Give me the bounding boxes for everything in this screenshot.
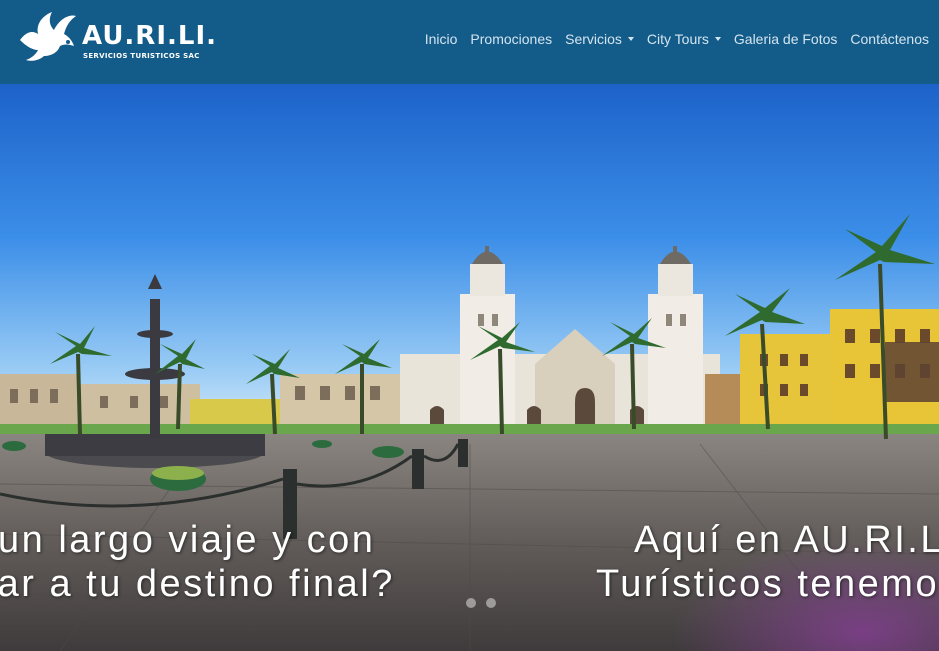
caption-line: gar a tu destino final? [0, 563, 395, 605]
nav-item-promociones[interactable]: Promociones [470, 31, 552, 47]
nav-item-label: Servicios [565, 31, 622, 47]
carousel-dot-1[interactable] [466, 598, 476, 608]
carousel-dot-2[interactable] [486, 598, 496, 608]
hero-carousel[interactable]: un largo viaje y con gar a tu destino fi… [0, 84, 939, 651]
nav-item-inicio[interactable]: Inicio [425, 31, 458, 47]
slide-caption-right: Aquí en AU.RI.LI Turísticos tenemo [596, 518, 939, 606]
nav-item-galeria[interactable]: Galeria de Fotos [734, 31, 838, 47]
caption-line: Aquí en AU.RI.LI [634, 519, 939, 561]
slide-caption-left: un largo viaje y con gar a tu destino fi… [0, 518, 395, 606]
brand-logo[interactable]: AU.RI.LI. SERVICIOS TURISTICOS SAC [18, 10, 218, 66]
brand-name: AU.RI.LI. [82, 21, 218, 51]
main-nav: Inicio Promociones Servicios City Tours … [412, 31, 929, 47]
caption-line: un largo viaje y con [0, 519, 376, 561]
navbar: AU.RI.LI. SERVICIOS TURISTICOS SAC Inici… [0, 0, 939, 84]
nav-item-servicios[interactable]: Servicios [565, 31, 634, 47]
nav-item-label: Promociones [470, 31, 553, 47]
nav-item-label: Contáctenos [850, 31, 929, 47]
caption-line: Turísticos tenemo [596, 563, 939, 605]
nav-item-label: Galeria de Fotos [733, 31, 838, 47]
caret-down-icon [627, 37, 634, 41]
eagle-logo-icon [20, 12, 76, 61]
nav-item-label: City Tours [646, 31, 709, 47]
nav-item-city-tours[interactable]: City Tours [647, 31, 721, 47]
nav-item-label: Inicio [424, 31, 458, 47]
caret-down-icon [714, 37, 721, 41]
brand-tagline: SERVICIOS TURISTICOS SAC [83, 52, 200, 60]
carousel-indicators [466, 598, 506, 608]
nav-item-contactenos[interactable]: Contáctenos [850, 31, 929, 47]
